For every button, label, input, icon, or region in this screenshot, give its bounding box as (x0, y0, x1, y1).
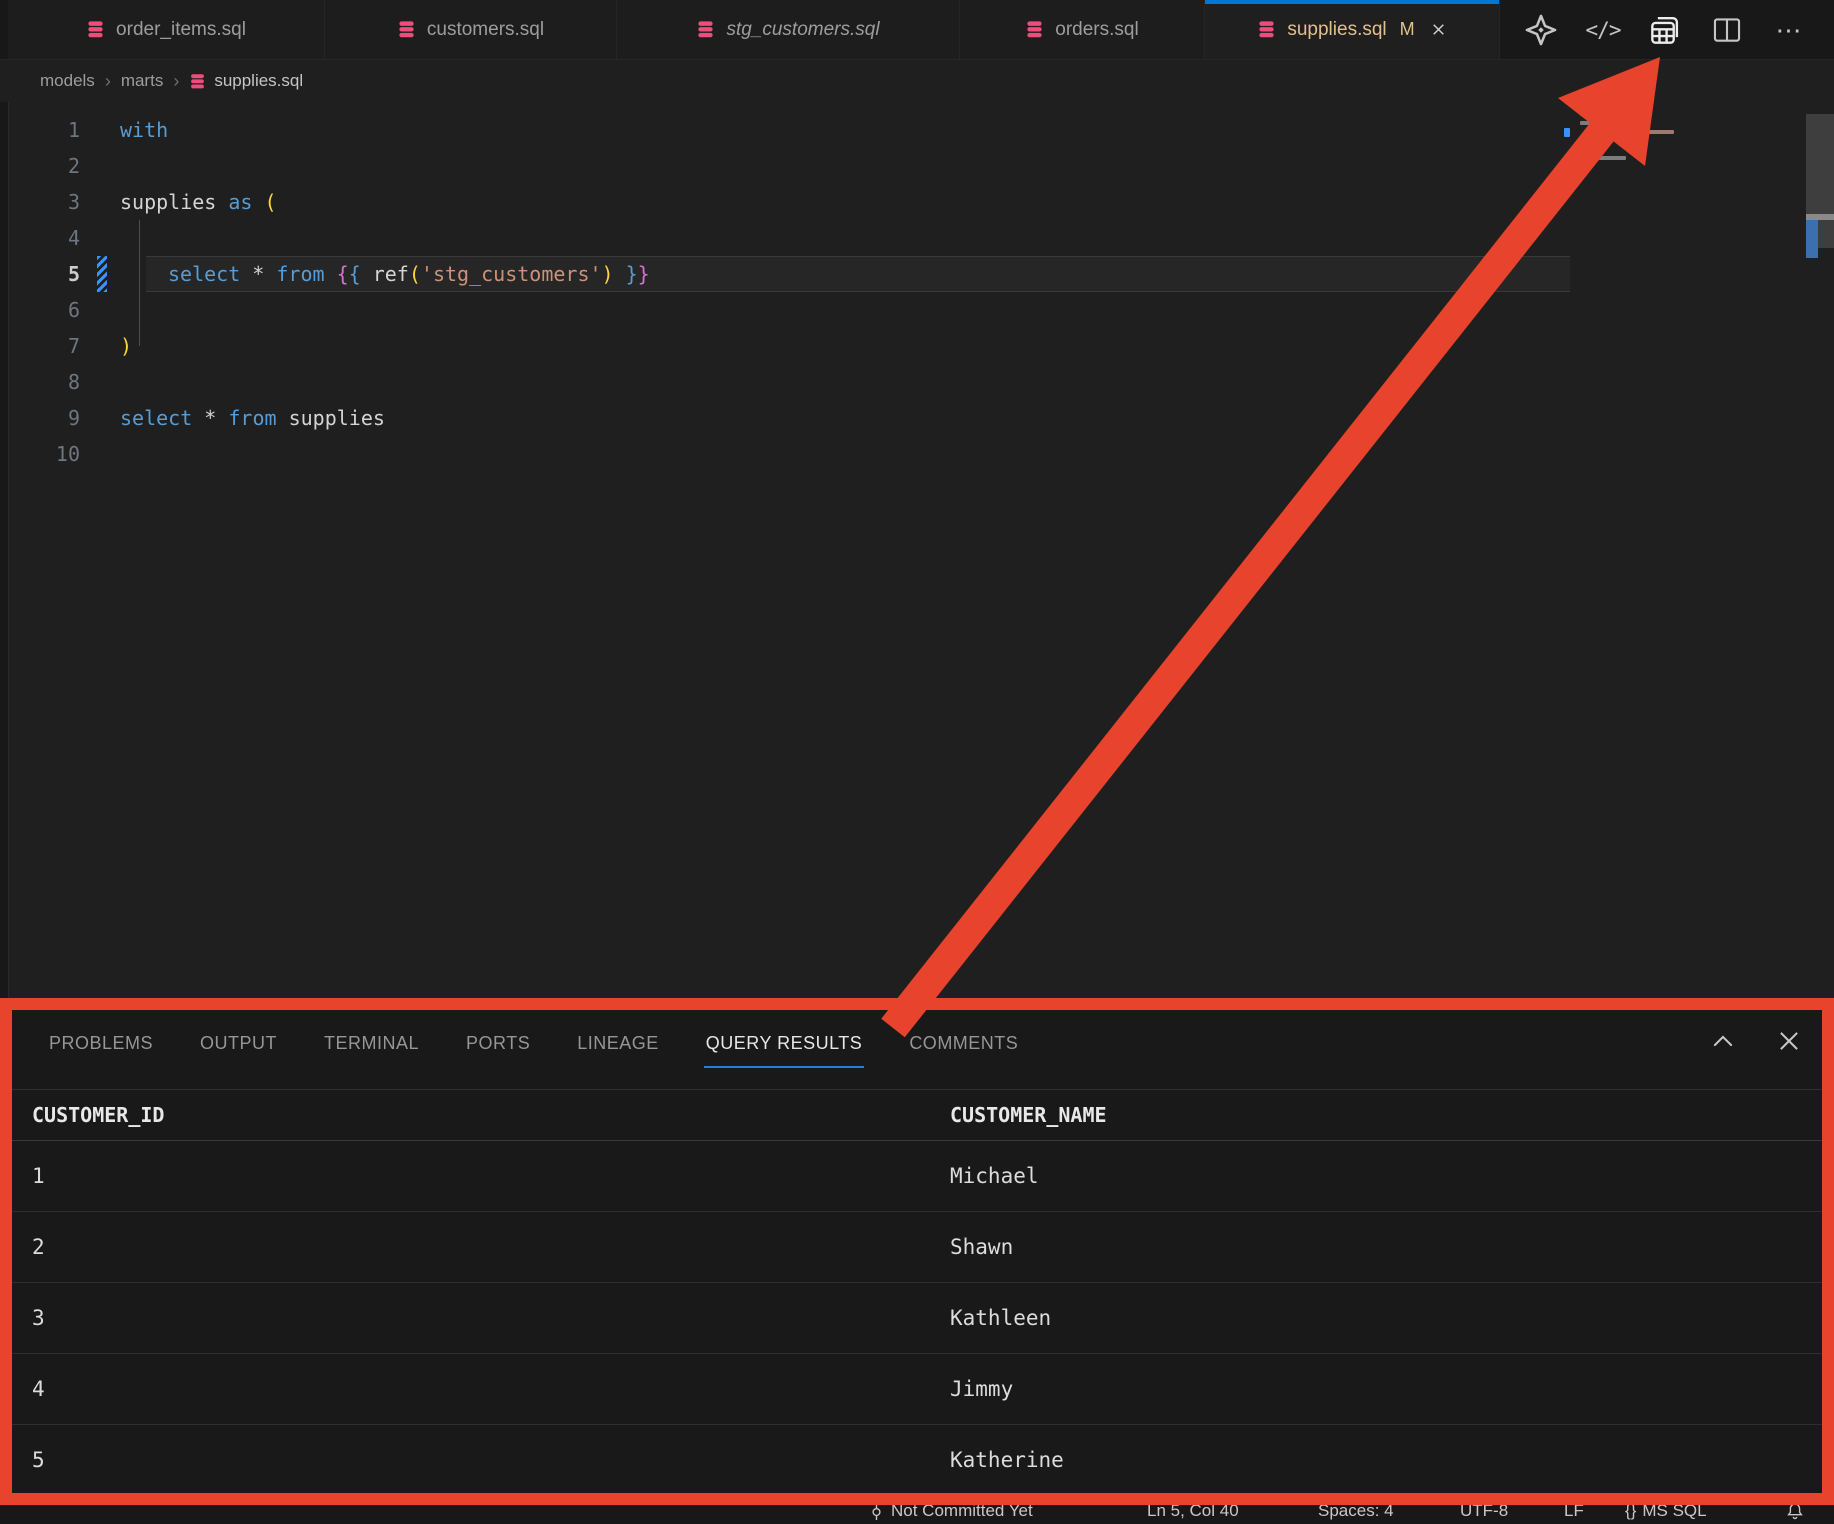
line-number: 6 (0, 292, 80, 328)
table-header-row: CUSTOMER_ID CUSTOMER_NAME (0, 1090, 1834, 1141)
overview-ruler[interactable] (1806, 114, 1834, 248)
encoding-setting[interactable]: UTF-8 (1460, 1497, 1508, 1524)
bottom-panel: PROBLEMS OUTPUT TERMINAL PORTS LINEAGE Q… (0, 998, 1834, 1496)
cell-customer-id: 4 (32, 1377, 45, 1401)
breadcrumb-subfolder[interactable]: marts (121, 71, 164, 91)
code-editor[interactable]: 1 2 3 4 5 6 7 8 9 10 with supplies as ( … (0, 102, 1834, 998)
panel-tab-output[interactable]: OUTPUT (200, 1033, 277, 1054)
line-number: 7 (0, 328, 80, 364)
code-line-5[interactable]: select * from {{ ref('stg_customers') }} (120, 256, 650, 292)
database-icon (1025, 20, 1044, 39)
tab-label: supplies.sql (1287, 19, 1386, 41)
cell-customer-name: Shawn (950, 1235, 1013, 1259)
database-icon (696, 20, 715, 39)
cell-customer-name: Jimmy (950, 1377, 1013, 1401)
cell-customer-name: Michael (950, 1164, 1039, 1188)
tab-close-icon[interactable] (1430, 21, 1447, 38)
eol-setting[interactable]: LF (1564, 1497, 1584, 1524)
database-icon (397, 20, 416, 39)
vscode-window: order_items.sql customers.sql stg_custom… (0, 0, 1834, 1524)
table-row[interactable]: 3 Kathleen (0, 1283, 1834, 1354)
language-mode[interactable]: {} MS SQL (1625, 1497, 1707, 1524)
compile-code-icon[interactable]: </> (1584, 11, 1622, 49)
database-icon (189, 73, 206, 90)
query-results-icon[interactable] (1646, 11, 1684, 49)
database-icon (1257, 20, 1276, 39)
chevron-right-icon: › (105, 71, 111, 92)
column-header-customer-name: CUSTOMER_NAME (950, 1103, 1107, 1127)
more-actions-icon[interactable]: ⋯ (1770, 11, 1808, 49)
table-row[interactable]: 2 Shawn (0, 1212, 1834, 1283)
status-bar: Not Committed Yet Ln 5, Col 40 Spaces: 4… (0, 1496, 1834, 1524)
braces-icon: {} (1625, 1501, 1636, 1521)
line-number: 4 (0, 220, 80, 256)
tab-label: stg_customers.sql (726, 19, 879, 41)
breadcrumb: models › marts › supplies.sql (8, 60, 1834, 102)
panel-tab-lineage[interactable]: LINEAGE (577, 1033, 659, 1054)
panel-tab-problems[interactable]: PROBLEMS (49, 1033, 153, 1054)
ruler-modified-marker (1806, 220, 1818, 258)
modified-badge: M (1400, 19, 1415, 40)
table-row[interactable]: 1 Michael (0, 1141, 1834, 1212)
tab-label: orders.sql (1055, 19, 1138, 41)
tab-customers-sql[interactable]: customers.sql (325, 0, 617, 59)
cell-customer-id: 1 (32, 1164, 45, 1188)
code-line-9[interactable]: select * from supplies (120, 400, 385, 436)
panel-tab-ports[interactable]: PORTS (466, 1033, 530, 1054)
line-number: 3 (0, 184, 80, 220)
code-line-1[interactable]: with (120, 112, 168, 148)
breadcrumb-file[interactable]: supplies.sql (189, 71, 303, 91)
tab-orders-sql[interactable]: orders.sql (960, 0, 1205, 59)
line-number: 2 (0, 148, 80, 184)
panel-close-icon[interactable] (1772, 1024, 1806, 1058)
tab-supplies-sql[interactable]: supplies.sql M (1205, 0, 1500, 59)
line-number: 9 (0, 400, 80, 436)
indentation-setting[interactable]: Spaces: 4 (1318, 1497, 1394, 1524)
panel-collapse-icon[interactable] (1706, 1024, 1740, 1058)
line-number: 1 (0, 112, 80, 148)
column-header-customer-id: CUSTOMER_ID (32, 1103, 164, 1127)
database-icon (86, 20, 105, 39)
cell-customer-id: 2 (32, 1235, 45, 1259)
cell-customer-name: Kathleen (950, 1306, 1051, 1330)
line-number: 8 (0, 364, 80, 400)
modified-line-gutter-marker (97, 256, 107, 292)
tab-label: customers.sql (427, 19, 544, 41)
cell-customer-name: Katherine (950, 1448, 1064, 1472)
table-row[interactable]: 5 Katherine (0, 1425, 1834, 1496)
line-number: 10 (0, 436, 80, 472)
split-editor-icon[interactable] (1708, 11, 1746, 49)
cell-customer-id: 3 (32, 1306, 45, 1330)
code-line-7[interactable]: ) (120, 328, 132, 364)
minimap[interactable] (1578, 110, 1700, 170)
chevron-right-icon: › (173, 71, 179, 92)
panel-actions (1706, 1024, 1806, 1058)
cursor-position[interactable]: Ln 5, Col 40 (1147, 1497, 1239, 1524)
panel-tab-bar: PROBLEMS OUTPUT TERMINAL PORTS LINEAGE Q… (0, 998, 1834, 1090)
notifications-bell-icon[interactable] (1786, 1497, 1804, 1524)
panel-tab-query-results[interactable]: QUERY RESULTS (706, 1033, 863, 1054)
tab-order-items-sql[interactable]: order_items.sql (8, 0, 325, 59)
panel-tab-comments[interactable]: COMMENTS (909, 1033, 1018, 1054)
editor-actions: </> ⋯ (1522, 0, 1808, 60)
query-results-table: CUSTOMER_ID CUSTOMER_NAME 1 Michael 2 Sh… (0, 1090, 1834, 1496)
table-row[interactable]: 4 Jimmy (0, 1354, 1834, 1425)
dbt-extension-icon[interactable] (1522, 11, 1560, 49)
code-line-3[interactable]: supplies as ( (120, 184, 277, 220)
panel-tab-terminal[interactable]: TERMINAL (324, 1033, 419, 1054)
commit-icon (868, 1503, 885, 1520)
tab-stg-customers-sql[interactable]: stg_customers.sql (617, 0, 960, 59)
cell-customer-id: 5 (32, 1448, 45, 1472)
breadcrumb-folder[interactable]: models (40, 71, 95, 91)
tab-label: order_items.sql (116, 19, 246, 41)
line-number-current: 5 (0, 256, 80, 292)
git-status[interactable]: Not Committed Yet (868, 1497, 1033, 1524)
